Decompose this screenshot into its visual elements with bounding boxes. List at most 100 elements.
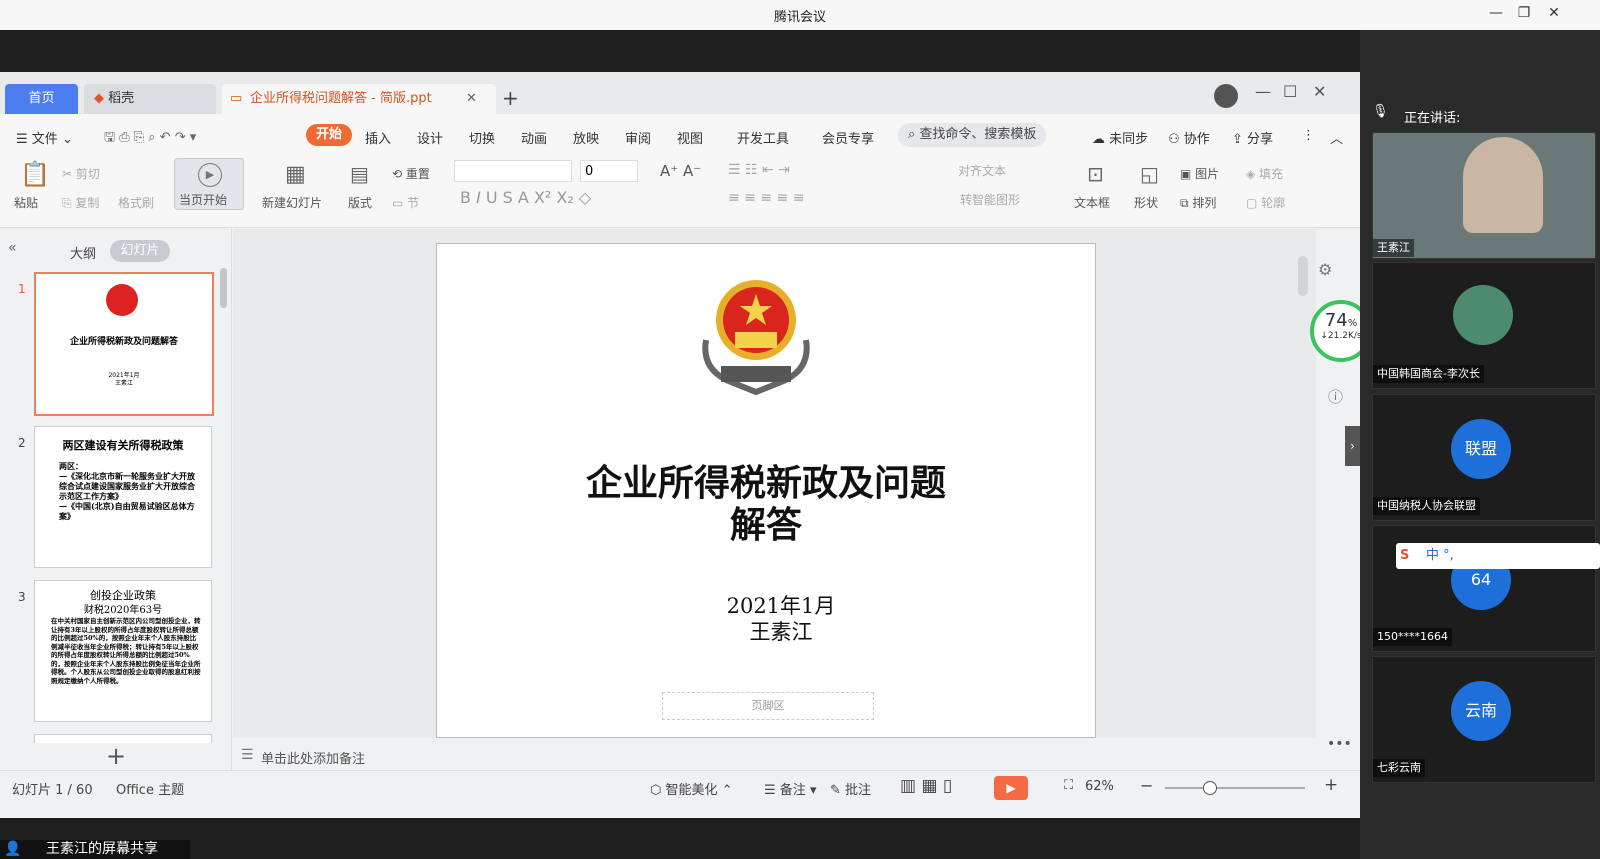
new-slide-button[interactable]: 新建幻灯片	[262, 194, 322, 211]
command-search[interactable]: ⌕ 查找命令、搜索模板	[898, 123, 1046, 147]
section-button[interactable]: ▭ 节	[392, 194, 419, 211]
more-tools-icon[interactable]: •••	[1327, 736, 1352, 752]
slide-author: 王素江	[749, 620, 813, 644]
thumb-subtitle: 财税2020年63号	[83, 605, 163, 616]
current-slide[interactable]: 企业所得税新政及问题 解答 2021年1月 王素江 页脚区	[436, 243, 1096, 738]
avatar[interactable]	[1214, 84, 1238, 108]
close-tab-icon[interactable]: ✕	[466, 84, 477, 114]
cloud-icon: ☁	[1092, 132, 1105, 147]
textbox-icon[interactable]: ⊡	[1087, 162, 1104, 186]
thumb-title: 两区建设有关所得税政策	[62, 439, 184, 452]
file-menu[interactable]: ☰ 文件 ⌄	[16, 128, 73, 147]
text-format-icons[interactable]: B I U S A X² X₂ ◇	[460, 188, 591, 207]
notes-area[interactable]: ☰ 单击此处添加备注	[233, 742, 1316, 770]
collapse-ribbon-icon[interactable]: ︿	[1330, 128, 1343, 147]
shape-icon[interactable]: ◱	[1140, 162, 1159, 186]
comments-button[interactable]: ✎ 批注	[830, 779, 871, 798]
slide-thumb-2[interactable]: 两区建设有关所得税政策 两区： —《深化北京市新一轮服务业扩大开放综合试点建设国…	[34, 426, 212, 568]
format-painter-button[interactable]: 格式刷	[118, 194, 154, 211]
menu-insert[interactable]: 插入	[365, 128, 391, 147]
screen-share-label: 👤 王素江的屏幕共享	[0, 840, 190, 859]
quick-access-icons[interactable]: 🖫 ⎙ ⎘ ⌕ ↶ ↷ ▾	[104, 128, 196, 150]
slide-thumb-1[interactable]: 企业所得税新政及问题解答 2021年1月 王素江	[34, 272, 214, 416]
zoom-out-icon[interactable]: −	[1140, 776, 1153, 795]
restore-icon[interactable]: ❐	[1514, 5, 1534, 21]
copy-button[interactable]: ⎘ 复制	[62, 194, 99, 211]
menu-design[interactable]: 设计	[417, 128, 443, 147]
font-family-select[interactable]	[454, 160, 572, 182]
ime-toolbar[interactable]: S 中 °,	[1396, 543, 1600, 569]
slide-thumb-3[interactable]: 创投企业政策 财税2020年63号 在中关村国家自主创新示范区内公司型创投企业，…	[34, 580, 212, 722]
participant-tile-1[interactable]: 王素江	[1372, 132, 1596, 259]
menu-start[interactable]: 开始	[306, 124, 352, 146]
zoom-slider[interactable]	[1165, 781, 1305, 795]
menu-view[interactable]: 视图	[677, 128, 703, 147]
zoom-in-icon[interactable]: +	[1324, 775, 1338, 795]
paste-icon[interactable]: 📋	[20, 160, 50, 188]
collab-button[interactable]: ⚇ 协作	[1168, 128, 1210, 147]
shape-button[interactable]: 形状	[1134, 194, 1158, 211]
notes-icon: ☰	[241, 747, 254, 763]
layout-icon[interactable]: ▤	[350, 162, 369, 186]
participant-tile-2[interactable]: 中国韩国商会-李次长	[1372, 262, 1596, 389]
textbox-button[interactable]: 文本框	[1074, 194, 1110, 211]
font-size-select[interactable]: 0	[580, 160, 638, 182]
menu-animation[interactable]: 动画	[521, 128, 547, 147]
panel-scrollbar[interactable]	[220, 268, 227, 308]
menu-transition[interactable]: 切换	[469, 128, 495, 147]
zoom-value[interactable]: 62%	[1085, 779, 1114, 794]
align-text-button[interactable]: 对齐文本	[958, 162, 1006, 179]
participant-avatar: 云南	[1451, 681, 1511, 741]
play-current-button[interactable]: ▶ 当页开始	[174, 158, 244, 210]
slide-footer[interactable]: 页脚区	[662, 692, 874, 720]
play-slideshow-button[interactable]: ▶	[994, 776, 1028, 800]
minimize-icon[interactable]: —	[1486, 5, 1506, 21]
share-button[interactable]: ⇪ 分享	[1232, 128, 1273, 147]
view-mode-icons[interactable]: ▥ ▦ ▯	[900, 776, 952, 796]
tab-document[interactable]: ▭ 企业所得税问题解答 - 简版.ppt ✕	[222, 84, 496, 114]
menu-slideshow[interactable]: 放映	[573, 128, 599, 147]
picture-button[interactable]: ▣ 图片	[1180, 165, 1219, 182]
tab-slides[interactable]: 幻灯片	[110, 240, 170, 262]
collapse-panel-icon[interactable]: «	[8, 240, 17, 256]
canvas-scrollbar[interactable]	[1296, 238, 1310, 738]
tab-daoke[interactable]: ◆ 稻壳	[84, 84, 216, 114]
menu-developer[interactable]: 开发工具	[737, 128, 789, 147]
participant-photo	[1453, 285, 1513, 345]
ppt-icon: ▭	[230, 91, 243, 106]
paste-button[interactable]: 粘贴	[14, 194, 38, 211]
align-icons[interactable]: ≡ ≡ ≡ ≡ ≡	[728, 190, 804, 206]
settings-sliders-icon[interactable]: ⚙	[1318, 260, 1332, 279]
help-icon[interactable]: ⓘ	[1328, 386, 1343, 407]
cut-button[interactable]: ✂ 剪切	[62, 165, 100, 182]
wps-maximize-icon[interactable]: ☐	[1283, 82, 1297, 101]
unsynced-button[interactable]: ☁ 未同步	[1092, 128, 1148, 147]
participant-tile-5[interactable]: 云南 七彩云南	[1372, 656, 1596, 783]
participant-name: 七彩云南	[1373, 759, 1425, 777]
list-icons[interactable]: ☰ ☷ ⇤ ⇥	[728, 162, 790, 178]
wps-minimize-icon[interactable]: —	[1255, 82, 1271, 101]
tab-home[interactable]: 首页	[5, 84, 78, 114]
participant-tile-3[interactable]: 联盟 中国纳税人协会联盟	[1372, 394, 1596, 521]
smart-shape-button[interactable]: 转智能图形	[960, 191, 1020, 208]
theme-name[interactable]: Office 主题	[116, 779, 184, 798]
add-slide-icon[interactable]: +	[106, 742, 126, 770]
fill-button[interactable]: ◈ 填充	[1246, 165, 1283, 182]
new-tab-icon[interactable]: +	[502, 86, 519, 110]
close-icon[interactable]: ✕	[1544, 5, 1564, 21]
new-slide-icon[interactable]: ▦	[285, 162, 306, 187]
tab-outline[interactable]: 大纲	[70, 243, 96, 262]
wps-close-icon[interactable]: ✕	[1313, 82, 1326, 101]
reset-button[interactable]: ⟲ 重置	[392, 165, 430, 182]
font-grow-icon[interactable]: A⁺ A⁻	[660, 162, 701, 180]
notes-button[interactable]: ☰ 备注 ▾	[764, 779, 816, 798]
arrange-button[interactable]: ⧉ 排列	[1180, 194, 1216, 211]
more-icon[interactable]: ⋮	[1302, 128, 1315, 143]
layout-button[interactable]: 版式	[348, 194, 372, 211]
zoom-fit-icon[interactable]: ⛶	[1064, 778, 1073, 793]
expand-pane-icon[interactable]: ›	[1345, 426, 1360, 466]
beautify-button[interactable]: ⬡ 智能美化 ⌃	[650, 779, 733, 798]
menu-member[interactable]: 会员专享	[822, 128, 874, 147]
outline-button[interactable]: ▢ 轮廓	[1246, 194, 1285, 211]
menu-review[interactable]: 审阅	[625, 128, 651, 147]
